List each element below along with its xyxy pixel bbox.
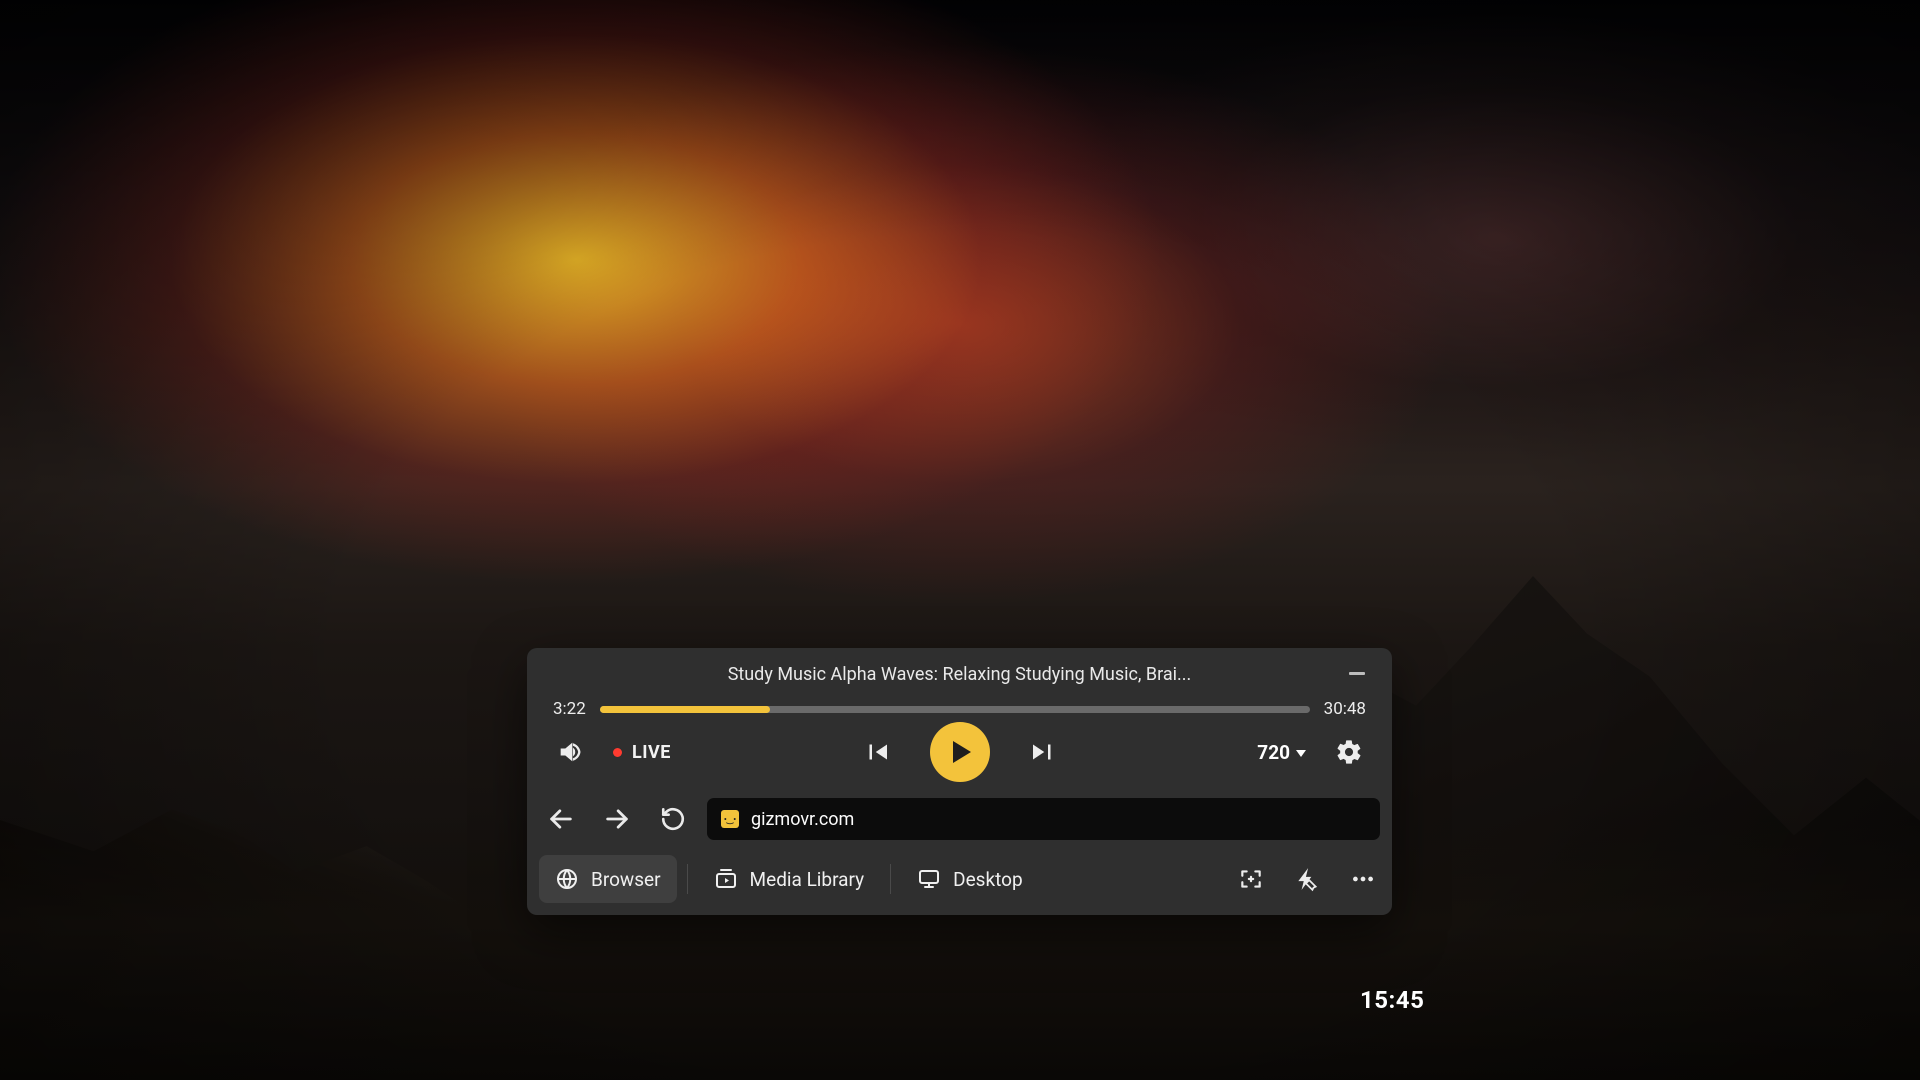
system-clock: 15:45	[1360, 986, 1424, 1014]
seek-fill	[600, 706, 770, 713]
volume-icon	[556, 738, 584, 766]
cursor-mode-button[interactable]	[1290, 862, 1324, 896]
desktop-icon	[917, 867, 941, 891]
wallpaper-vignette	[0, 0, 1920, 1080]
cursor-bolt-icon	[1294, 866, 1320, 892]
nav-forward-button[interactable]	[595, 797, 639, 841]
controls-right: 720	[1257, 735, 1366, 769]
media-control-panel: Study Music Alpha Waves: Relaxing Studyi…	[527, 648, 1392, 915]
tab-media-library[interactable]: Media Library	[698, 855, 881, 903]
globe-icon	[555, 867, 579, 891]
tab-label: Desktop	[953, 868, 1023, 891]
arrow-right-icon	[603, 805, 631, 833]
skip-forward-icon	[1028, 737, 1058, 767]
minimize-button[interactable]	[1346, 662, 1368, 684]
live-dot-icon	[613, 748, 622, 757]
tab-separator	[687, 864, 688, 894]
settings-button[interactable]	[1332, 735, 1366, 769]
recenter-icon	[1238, 866, 1264, 892]
title-row: Study Music Alpha Waves: Relaxing Studyi…	[527, 648, 1392, 695]
url-text: gizmovr.com	[751, 809, 854, 830]
now-playing-title: Study Music Alpha Waves: Relaxing Studyi…	[728, 664, 1192, 685]
tab-separator	[890, 864, 891, 894]
tabs-row: Browser Media Library Desktop	[527, 847, 1392, 915]
elapsed-time: 3:22	[553, 699, 586, 719]
more-button[interactable]	[1346, 862, 1380, 896]
tab-browser[interactable]: Browser	[539, 855, 677, 903]
site-favicon-icon	[721, 810, 739, 828]
recenter-button[interactable]	[1234, 862, 1268, 896]
play-icon	[953, 741, 971, 763]
minimize-icon	[1349, 672, 1365, 675]
reload-icon	[660, 806, 686, 832]
live-indicator[interactable]: LIVE	[613, 742, 671, 763]
play-button[interactable]	[930, 722, 990, 782]
gear-icon	[1335, 738, 1363, 766]
nav-back-button[interactable]	[539, 797, 583, 841]
skip-back-icon	[862, 737, 892, 767]
chevron-down-icon	[1296, 750, 1306, 757]
quality-label: 720	[1257, 741, 1290, 764]
quality-selector[interactable]: 720	[1257, 741, 1306, 764]
controls-left: LIVE	[553, 735, 671, 769]
duration-time: 30:48	[1324, 699, 1366, 719]
live-label: LIVE	[632, 742, 671, 763]
reload-button[interactable]	[651, 797, 695, 841]
address-row: gizmovr.com	[527, 791, 1392, 847]
previous-button[interactable]	[860, 735, 894, 769]
tab-label: Media Library	[750, 868, 865, 891]
tabs-right-actions	[1234, 862, 1380, 896]
next-button[interactable]	[1026, 735, 1060, 769]
tab-label: Browser	[591, 868, 661, 891]
library-icon	[714, 867, 738, 891]
url-bar[interactable]: gizmovr.com	[707, 798, 1380, 840]
tab-desktop[interactable]: Desktop	[901, 855, 1039, 903]
volume-button[interactable]	[553, 735, 587, 769]
seek-slider[interactable]	[600, 706, 1310, 713]
more-horizontal-icon	[1350, 866, 1376, 892]
controls-center	[860, 722, 1060, 782]
arrow-left-icon	[547, 805, 575, 833]
controls-row: LIVE 720	[527, 727, 1392, 791]
